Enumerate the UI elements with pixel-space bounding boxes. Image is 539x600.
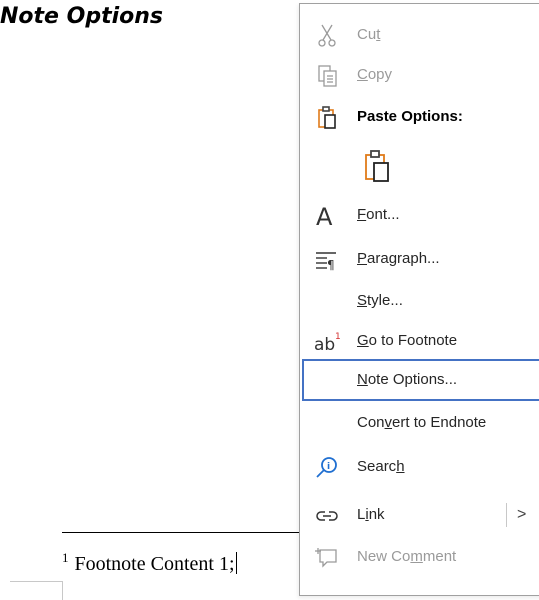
svg-text:i: i	[327, 462, 330, 472]
scissors-icon	[314, 23, 342, 49]
menu-item-copy[interactable]: Copy	[300, 54, 539, 98]
page-margin-marker	[10, 581, 63, 600]
text-cursor	[235, 552, 237, 574]
footnote-line[interactable]: 1 Footnote Content 1;	[62, 550, 237, 576]
menu-item-new-comment[interactable]: New Comment	[300, 536, 539, 580]
menu-item-note-options[interactable]: Note Options...	[300, 359, 539, 403]
new-comment-icon	[314, 545, 342, 571]
menu-item-search[interactable]: i Search	[300, 446, 539, 490]
footnote-text: Footnote Content 1;	[74, 553, 235, 575]
menu-item-link[interactable]: Link >	[300, 494, 539, 538]
menu-item-paragraph[interactable]: ¶ Paragraph...	[300, 238, 539, 282]
footnote-ab-icon: ab 1	[314, 329, 342, 355]
clipboard-icon	[314, 105, 342, 131]
svg-text:1: 1	[335, 332, 341, 342]
submenu-arrow-icon: >	[506, 503, 526, 527]
footnote-separator	[62, 532, 302, 533]
menu-item-go-to-footnote[interactable]: ab 1 Go to Footnote	[300, 320, 539, 364]
menu-item-cut[interactable]: Cut	[300, 14, 539, 58]
svg-text:A: A	[316, 203, 333, 229]
paste-keep-source-button[interactable]	[300, 142, 539, 190]
footnote-number: 1	[62, 550, 69, 565]
context-menu: Cut Copy Paste Options: A Font... ¶ Para…	[299, 3, 539, 596]
search-icon: i	[314, 455, 342, 481]
link-icon	[314, 503, 342, 529]
paste-options-header: Paste Options:	[300, 96, 539, 140]
menu-item-convert-to-endnote[interactable]: Convert to Endnote	[300, 402, 539, 446]
clipboard-icon	[360, 148, 394, 184]
menu-item-font[interactable]: A Font...	[300, 194, 539, 238]
paragraph-icon: ¶	[314, 247, 342, 273]
document-heading: Note Options	[0, 4, 164, 29]
font-a-icon: A	[314, 203, 342, 231]
menu-item-style[interactable]: Style...	[300, 280, 539, 324]
svg-text:ab: ab	[314, 335, 335, 355]
svg-text:¶: ¶	[327, 258, 335, 272]
copy-icon	[314, 63, 342, 89]
